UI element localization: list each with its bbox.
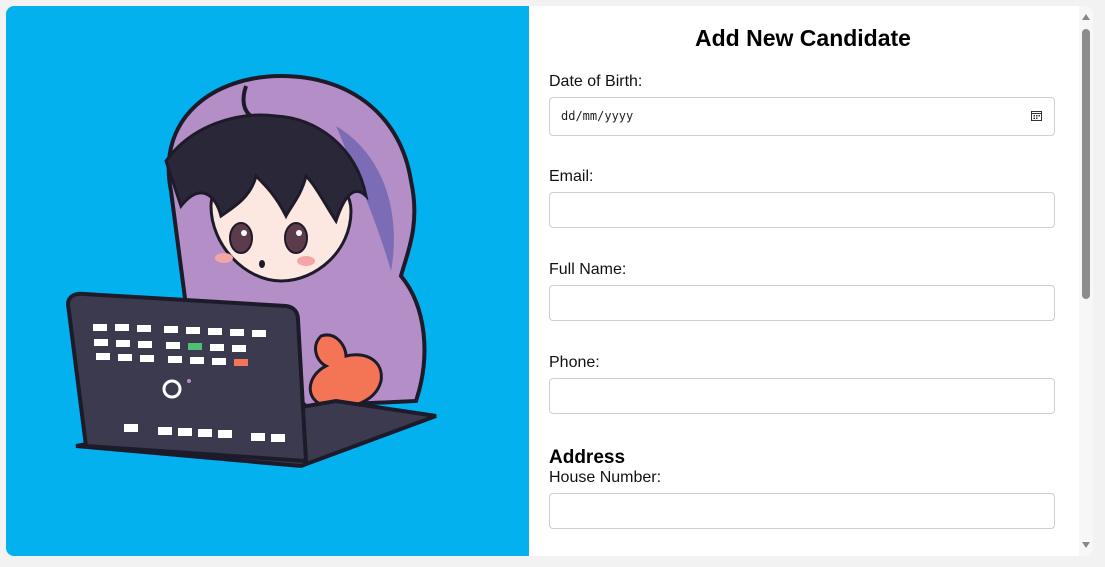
red-sticker <box>234 359 248 366</box>
dob-label: Date of Birth: <box>549 73 643 90</box>
left-eye-shine <box>241 230 247 236</box>
hacker-illustration <box>65 73 437 469</box>
scroll-up-icon[interactable] <box>1082 14 1090 20</box>
laptop-dot <box>187 379 191 383</box>
calendar-icon[interactable] <box>1031 110 1042 121</box>
house-number-label: House Number: <box>549 469 662 486</box>
right-eye-shine <box>296 230 302 236</box>
scroll-thumb[interactable] <box>1082 29 1090 299</box>
full-name-label: Full Name: <box>549 261 627 278</box>
phone-label: Phone: <box>549 354 600 371</box>
right-cheek <box>297 256 315 266</box>
scroll-down-icon[interactable] <box>1082 542 1090 548</box>
left-eye <box>229 222 253 254</box>
left-cheek <box>215 253 233 263</box>
phone-field[interactable] <box>549 378 1055 414</box>
candidate-form-card: Add New Candidate Date of Birth: dd/mm/y… <box>6 6 1093 556</box>
green-sticker <box>188 343 202 350</box>
form-panel: Add New Candidate Date of Birth: dd/mm/y… <box>529 6 1079 556</box>
dob-input[interactable]: dd/mm/yyyy <box>549 97 1055 136</box>
full-name-field[interactable] <box>549 285 1055 321</box>
mouth <box>259 260 265 268</box>
form-scrollbar[interactable] <box>1079 6 1093 556</box>
address-heading: Address <box>549 447 626 468</box>
dob-placeholder: dd/mm/yyyy <box>561 109 634 123</box>
illustration-panel <box>6 6 529 556</box>
right-eye <box>284 222 308 254</box>
email-field[interactable] <box>549 192 1055 228</box>
email-label: Email: <box>549 168 594 185</box>
form-title: Add New Candidate <box>695 25 911 51</box>
house-number-field[interactable] <box>549 493 1055 529</box>
